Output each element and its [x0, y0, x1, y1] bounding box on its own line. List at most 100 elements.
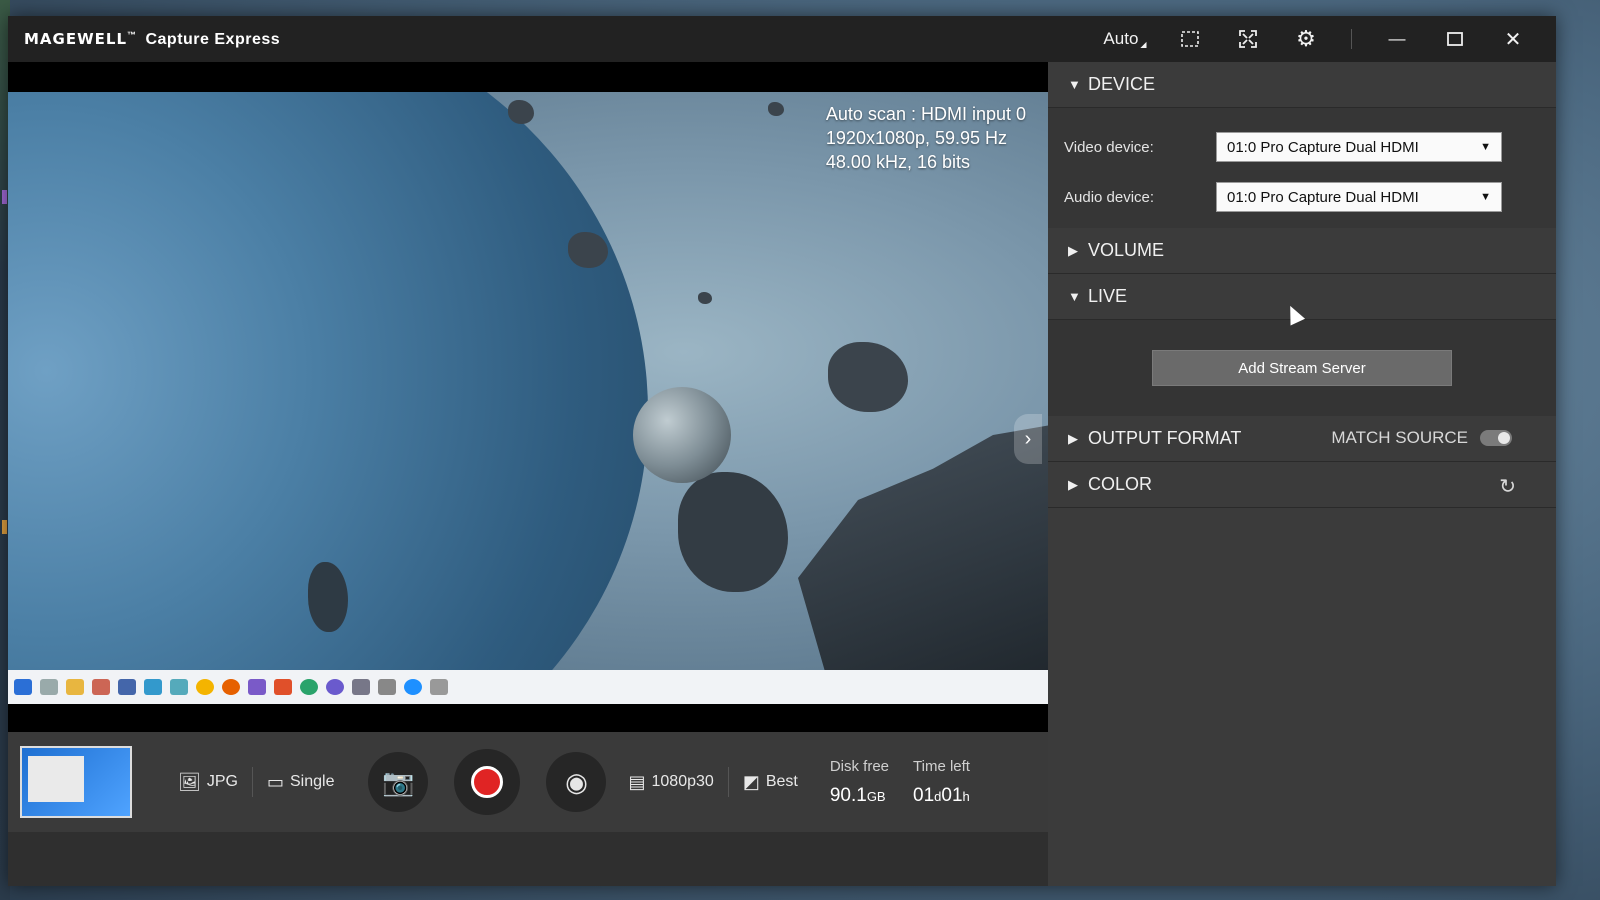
- resolution-button[interactable]: ▤ 1080p30: [628, 772, 713, 793]
- captured-taskbar: [8, 670, 1048, 704]
- record-icon: [471, 766, 504, 798]
- match-source-control: MATCH SOURCE: [1331, 428, 1512, 448]
- app-icon: [144, 679, 162, 695]
- color-title: COLOR: [1088, 474, 1153, 494]
- audio-device-select[interactable]: 01:0 Pro Capture Dual HDMI ▼: [1216, 182, 1502, 212]
- fullscreen-button[interactable]: [1219, 16, 1277, 62]
- auto-layout-button[interactable]: Auto ◢: [1089, 16, 1161, 62]
- fullscreen-icon: [1239, 30, 1257, 48]
- resolution-icon: ▤: [628, 771, 646, 792]
- close-button[interactable]: ✕: [1484, 16, 1542, 62]
- video-device-select[interactable]: 01:0 Pro Capture Dual HDMI ▼: [1216, 132, 1502, 162]
- capture-express-window: MAGEWELL™ Capture Express Auto ◢ ⚙ — ✕ A…: [8, 16, 1556, 886]
- video-preview[interactable]: Auto scan : HDMI input 0 1920x1080p, 59.…: [8, 62, 1048, 732]
- settings-panel: ▼ DEVICE Video device: 01:0 Pro Capture …: [1048, 62, 1556, 886]
- quality-icon: ◩: [742, 771, 760, 792]
- preview-scene: Auto scan : HDMI input 0 1920x1080p, 59.…: [8, 92, 1048, 670]
- image-format-button[interactable]: 🖼 JPG: [178, 772, 238, 793]
- fit-window-icon: [1181, 31, 1199, 47]
- settings-button[interactable]: ⚙: [1277, 16, 1335, 62]
- asteroid: [768, 102, 784, 116]
- quality-button[interactable]: ◩ Best: [743, 772, 798, 793]
- app-icon: [274, 679, 292, 695]
- close-icon: ✕: [1504, 28, 1522, 51]
- reset-icon[interactable]: ↻: [1499, 474, 1516, 499]
- output-format-title: OUTPUT FORMAT: [1088, 428, 1242, 448]
- video-format: 1920x1080p, 59.95 Hz: [825, 128, 1008, 148]
- app-icon: [404, 679, 422, 695]
- volume-section-header[interactable]: ▶ VOLUME: [1048, 228, 1556, 274]
- device-title: DEVICE: [1088, 74, 1156, 94]
- color-section-header[interactable]: ▶ COLOR ↻: [1048, 462, 1556, 508]
- trademark-mark: ™: [127, 29, 137, 40]
- last-capture-thumbnail[interactable]: [20, 746, 132, 818]
- app-icon: [248, 679, 266, 695]
- fit-window-button[interactable]: [1161, 16, 1219, 62]
- asteroid: [568, 232, 608, 268]
- time-left-hours-unit: h: [962, 788, 970, 804]
- video-device-value: 01:0 Pro Capture Dual HDMI: [1227, 138, 1419, 156]
- capture-mode-button[interactable]: ▭ Single: [267, 772, 335, 793]
- storage-status: Disk free 90.1GB Time left 01d01h: [816, 758, 970, 807]
- rock-cliff: [798, 422, 1048, 670]
- audio-device-field: Audio device: 01:0 Pro Capture Dual HDMI…: [1064, 172, 1536, 222]
- divider: [727, 767, 729, 797]
- snapshot-button[interactable]: 📷: [368, 752, 429, 812]
- chrome-icon: [196, 679, 214, 695]
- divider: [251, 767, 253, 797]
- triangle-right-icon: ▶: [1068, 242, 1078, 258]
- disk-free-number: 90.1: [829, 784, 867, 806]
- asteroid: [508, 100, 534, 124]
- asteroid: [828, 342, 908, 412]
- capture-controls: 🖼 JPG ▭ Single 📷 ◉ ▤ 1080p30 ◩ Best Disk…: [8, 732, 1048, 832]
- windows-icon: [14, 679, 32, 695]
- broadcast-icon: ◉: [565, 766, 588, 797]
- chevron-right-icon: ›: [1024, 427, 1032, 450]
- auto-label: Auto: [1103, 29, 1139, 48]
- time-left-value: 01d01h: [913, 785, 970, 807]
- firefox-icon: [222, 679, 240, 695]
- minimize-button[interactable]: —: [1368, 16, 1426, 62]
- caret-icon: ◢: [1140, 39, 1147, 49]
- asteroid: [678, 472, 788, 592]
- edge-icon: [300, 679, 318, 695]
- triangle-down-icon: ▼: [1068, 77, 1081, 92]
- expand-panel-button[interactable]: ›: [1014, 414, 1042, 464]
- match-source-label: MATCH SOURCE: [1331, 428, 1468, 447]
- audio-device-label: Audio device:: [1064, 188, 1155, 206]
- app-icon: [326, 679, 344, 695]
- audio-device-value: 01:0 Pro Capture Dual HDMI: [1227, 188, 1419, 206]
- triangle-right-icon: ▶: [1068, 476, 1078, 492]
- camera-icon: 📷: [382, 766, 415, 797]
- folder-icon: [66, 679, 84, 695]
- app-icon: [352, 679, 370, 695]
- gear-icon: [430, 679, 448, 695]
- device-section: Video device: 01:0 Pro Capture Dual HDMI…: [1048, 108, 1556, 228]
- title-separator: [1351, 29, 1352, 49]
- taskbar-clock: [1038, 675, 1040, 685]
- app-icon: [378, 679, 396, 695]
- image-format-label: JPG: [206, 773, 238, 790]
- device-section-header[interactable]: ▼ DEVICE: [1048, 62, 1556, 108]
- moon-image: [633, 387, 731, 483]
- maximize-button[interactable]: [1426, 16, 1484, 62]
- app-icon: [170, 679, 188, 695]
- magewell-logo: MAGEWELL: [24, 29, 128, 48]
- search-icon: [40, 679, 58, 695]
- stream-button[interactable]: ◉: [546, 752, 607, 812]
- record-button[interactable]: [454, 749, 521, 815]
- volume-title: VOLUME: [1088, 240, 1165, 260]
- match-source-toggle[interactable]: [1480, 430, 1512, 446]
- add-stream-server-button[interactable]: Add Stream Server: [1152, 350, 1452, 386]
- quality-label: Best: [765, 773, 798, 790]
- app-name: Capture Express: [145, 30, 281, 48]
- dropdown-arrow-icon: ▼: [1480, 191, 1491, 203]
- time-left: Time left 01d01h: [913, 758, 970, 807]
- time-left-hours: 01: [941, 784, 963, 806]
- output-format-section-header[interactable]: ▶ OUTPUT FORMAT MATCH SOURCE: [1048, 416, 1556, 462]
- disk-free: Disk free 90.1GB: [830, 758, 889, 807]
- live-section: Add Stream Server: [1048, 320, 1556, 416]
- folder-icon: ▭: [266, 771, 284, 792]
- resolution-label: 1080p30: [651, 773, 714, 790]
- image-icon: 🖼: [178, 771, 201, 792]
